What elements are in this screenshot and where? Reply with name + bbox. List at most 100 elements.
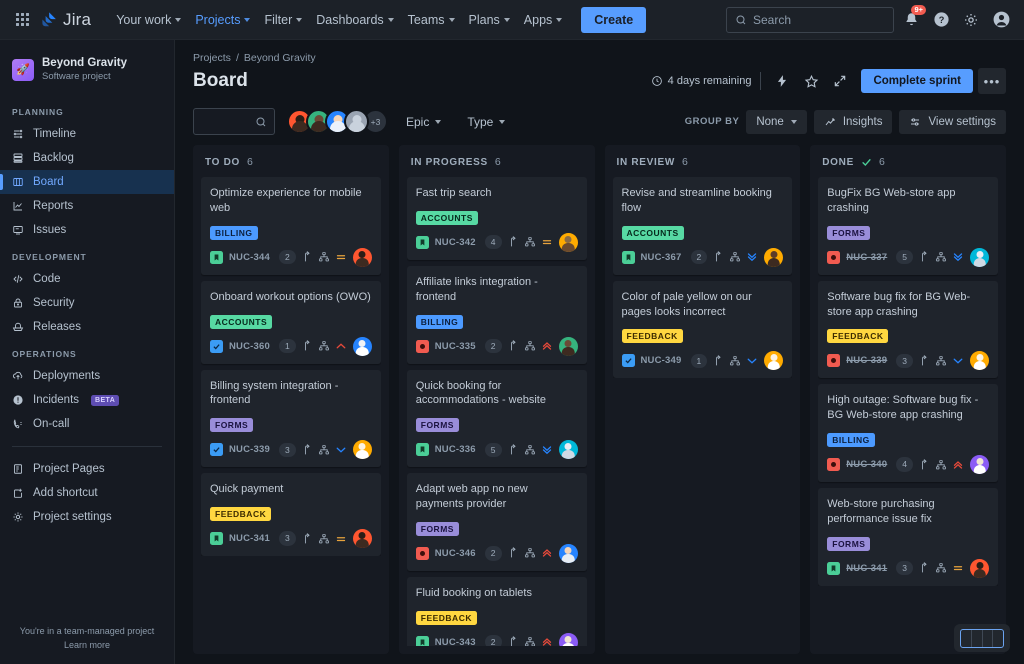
app-switcher-icon[interactable]: [16, 13, 29, 26]
settings-button[interactable]: [958, 7, 984, 33]
issue-card[interactable]: Software bug fix for BG Web-store app cr…: [818, 280, 998, 379]
sidebar-item-deployments[interactable]: Deployments: [0, 364, 174, 388]
issue-card[interactable]: High outage: Software bug fix - BG Web-s…: [818, 384, 998, 483]
assignee-avatar[interactable]: [970, 351, 989, 371]
epic-label[interactable]: FEEDBACK: [827, 329, 889, 344]
assignee-avatar[interactable]: [352, 336, 372, 356]
issue-card[interactable]: Quick booking for accommodations - websi…: [406, 369, 587, 468]
board-view-indicator[interactable]: [954, 624, 1010, 652]
issue-card[interactable]: BugFix BG Web-store app crashing FORMS NUC…: [818, 177, 998, 275]
issue-key[interactable]: NUC-341: [846, 563, 887, 574]
sidebar-item-project-settings[interactable]: Project settings: [0, 505, 174, 529]
sidebar-item-reports[interactable]: Reports: [0, 194, 174, 218]
assignee-avatar[interactable]: [558, 632, 578, 646]
epic-filter-dropdown[interactable]: Epic: [398, 110, 449, 134]
breadcrumb-project[interactable]: Beyond Gravity: [244, 52, 316, 64]
nav-teams[interactable]: Teams: [401, 3, 462, 37]
help-button[interactable]: ?: [928, 7, 954, 33]
notifications-button[interactable]: 9+: [898, 4, 926, 33]
assignee-avatar[interactable]: [352, 440, 372, 460]
epic-label[interactable]: FEEDBACK: [210, 507, 272, 522]
assignee-avatar[interactable]: [558, 336, 578, 356]
project-header[interactable]: 🚀 Beyond Gravity Software project: [0, 52, 174, 97]
sidebar-item-project-pages[interactable]: Project Pages: [0, 457, 174, 481]
nav-plans[interactable]: Plans: [462, 3, 517, 37]
assignee-avatar[interactable]: [352, 529, 372, 549]
issue-card[interactable]: Quick payment FEEDBACK NUC-341 3: [201, 473, 381, 557]
issue-key[interactable]: NUC-346: [435, 548, 476, 559]
epic-label[interactable]: BILLING: [415, 314, 464, 329]
breadcrumb-projects[interactable]: Projects: [193, 52, 231, 64]
epic-label[interactable]: BILLING: [210, 225, 258, 240]
nav-apps[interactable]: Apps: [517, 3, 570, 37]
assignee-avatar[interactable]: [970, 247, 989, 267]
epic-label[interactable]: ACCOUNTS: [210, 314, 273, 329]
issue-key[interactable]: NUC-349: [641, 355, 682, 366]
sidebar-item-timeline[interactable]: Timeline: [0, 122, 174, 146]
issue-key[interactable]: NUC-344: [229, 252, 270, 263]
jira-logo[interactable]: Jira: [41, 10, 91, 30]
star-button[interactable]: [799, 69, 823, 93]
sidebar-item-security[interactable]: Security: [0, 291, 174, 315]
epic-label[interactable]: ACCOUNTS: [621, 225, 684, 240]
epic-label[interactable]: FEEDBACK: [415, 610, 477, 625]
nav-filter[interactable]: Filter: [257, 3, 309, 37]
issue-card[interactable]: Fast trip search ACCOUNTS NUC-342 4: [406, 177, 587, 260]
issue-card[interactable]: Optimize experience for mobile web BILLIN…: [201, 177, 381, 275]
assignee-avatar[interactable]: [764, 351, 784, 371]
issue-card[interactable]: Revise and streamline booking flow ACCOUN…: [612, 177, 793, 275]
assignee-avatar[interactable]: [970, 558, 989, 578]
epic-label[interactable]: FORMS: [827, 225, 871, 240]
issue-card[interactable]: Affiliate links integration - frontend BI…: [406, 265, 587, 364]
issue-key[interactable]: NUC-342: [435, 237, 476, 248]
avatar[interactable]: [344, 109, 369, 134]
epic-label[interactable]: FORMS: [415, 418, 459, 433]
board-search-input[interactable]: [193, 108, 275, 135]
issue-card[interactable]: Adapt web app no new payments provider FO…: [406, 473, 587, 571]
nav-dashboards[interactable]: Dashboards: [309, 3, 400, 37]
epic-label[interactable]: FORMS: [210, 418, 254, 433]
automation-button[interactable]: [770, 69, 794, 93]
issue-card[interactable]: Web-store purchasing performance issue f…: [818, 488, 998, 586]
epic-label[interactable]: FORMS: [415, 521, 459, 536]
sidebar-item-backlog[interactable]: Backlog: [0, 146, 174, 170]
assignee-avatar[interactable]: [352, 247, 372, 267]
epic-label[interactable]: FORMS: [827, 536, 871, 551]
insights-button[interactable]: Insights: [813, 109, 893, 134]
assignee-avatar[interactable]: [558, 543, 578, 563]
group-by-select[interactable]: None: [746, 109, 807, 134]
fullscreen-button[interactable]: [828, 69, 852, 93]
sidebar-item-incidents[interactable]: Incidents BETA: [0, 388, 174, 412]
assignee-avatar[interactable]: [764, 247, 784, 267]
issue-key[interactable]: NUC-339: [846, 355, 887, 366]
epic-label[interactable]: FEEDBACK: [621, 329, 683, 344]
issue-card[interactable]: Billing system integration - frontend FOR…: [201, 369, 381, 468]
issue-card[interactable]: Onboard workout options (OWO) ACCOUNTS NUC…: [201, 280, 381, 364]
issue-key[interactable]: NUC-339: [229, 444, 270, 455]
more-actions-button[interactable]: •••: [978, 68, 1006, 94]
issue-card[interactable]: Color of pale yellow on our pages looks …: [612, 280, 793, 379]
issue-key[interactable]: NUC-340: [846, 459, 887, 470]
assignee-avatar[interactable]: [558, 440, 578, 460]
sidebar-item-code[interactable]: Code: [0, 267, 174, 291]
learn-more-link[interactable]: Learn more: [12, 640, 162, 650]
nav-your-work[interactable]: Your work: [109, 3, 188, 37]
sidebar-item-add-shortcut[interactable]: Add shortcut: [0, 481, 174, 505]
sidebar-item-board[interactable]: Board: [0, 170, 174, 195]
issue-key[interactable]: NUC-341: [229, 533, 270, 544]
issue-key[interactable]: NUC-343: [435, 637, 476, 646]
issue-key[interactable]: NUC-367: [641, 252, 682, 263]
global-search-input[interactable]: Search: [726, 6, 894, 33]
create-button[interactable]: Create: [581, 6, 647, 33]
type-filter-dropdown[interactable]: Type: [459, 110, 513, 134]
issue-key[interactable]: NUC-360: [229, 341, 270, 352]
epic-label[interactable]: ACCOUNTS: [415, 210, 478, 225]
issue-key[interactable]: NUC-337: [846, 252, 887, 263]
issue-card[interactable]: Fluid booking on tablets FEEDBACK NUC-343 2: [406, 576, 587, 646]
user-profile-button[interactable]: [988, 7, 1014, 33]
nav-projects[interactable]: Projects: [188, 3, 257, 47]
epic-label[interactable]: BILLING: [827, 433, 875, 448]
complete-sprint-button[interactable]: Complete sprint: [861, 69, 973, 93]
sidebar-item-releases[interactable]: Releases: [0, 315, 174, 339]
issue-key[interactable]: NUC-335: [435, 341, 476, 352]
